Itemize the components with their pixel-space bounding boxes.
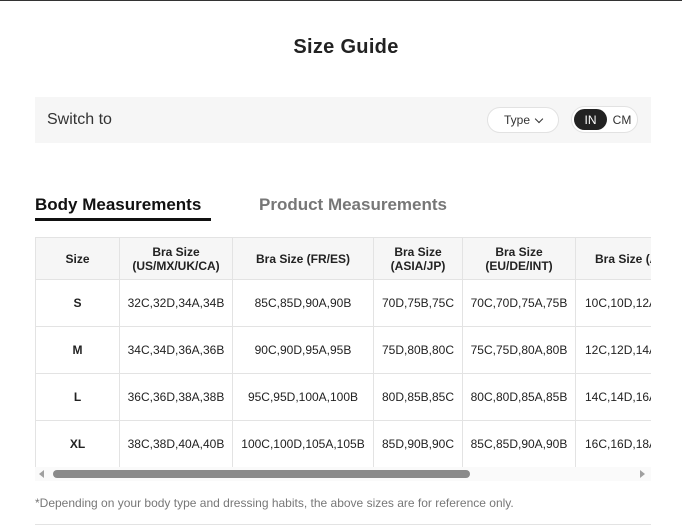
table-cell: 90C,90D,95A,95B (232, 326, 374, 374)
header-fr: Bra Size (FR/ES) (232, 237, 374, 280)
table-cell: 32C,32D,34A,34B (119, 279, 233, 327)
tab-product-measurements[interactable]: Product Measurements (259, 195, 447, 215)
top-divider (0, 0, 682, 1)
table-cell: S (35, 279, 120, 327)
header-size: Size (35, 237, 120, 280)
tab-body-measurements[interactable]: Body Measurements (35, 195, 201, 215)
page-title: Size Guide (293, 36, 399, 58)
table-cell: 85C,85D,90A,90B (462, 420, 576, 467)
table-cell: 75C,75D,80A,80B (462, 326, 576, 374)
table-cell: M (35, 326, 120, 374)
header-asia: Bra Size (ASIA/JP) (373, 237, 463, 280)
table-cell: 75D,80B,80C (373, 326, 463, 374)
active-tab-indicator (35, 218, 211, 221)
table-cell: 80D,85B,85C (373, 373, 463, 421)
arrow-left-icon[interactable] (39, 470, 44, 478)
table-cell: 16C,16D,18A,18B (575, 420, 651, 467)
size-table-container: Size Bra Size (US/MX/UK/CA) Bra Size (FR… (35, 237, 651, 467)
unit-toggle: IN CM (571, 106, 638, 133)
table-cell: 100C,100D,105A,105B (232, 420, 374, 467)
table-cell: XL (35, 420, 120, 467)
table-row: M 34C,34D,36A,36B 90C,90D,95A,95B 75D,80… (35, 326, 651, 374)
type-dropdown-label: Type (503, 113, 530, 127)
table-cell: 36C,36D,38A,38B (119, 373, 233, 421)
table-cell: 14C,14D,16A,16B (575, 373, 651, 421)
switch-bar: Switch to Type IN CM (35, 97, 651, 143)
header-us: Bra Size (US/MX/UK/CA) (119, 237, 233, 280)
header-eu: Bra Size (EU/DE/INT) (462, 237, 576, 280)
table-cell: 70C,70D,75A,75B (462, 279, 576, 327)
table-cell: 10C,10D,12A,12B (575, 279, 651, 327)
scrollbar-thumb[interactable] (53, 470, 470, 478)
header-au: Bra Size (AU) (575, 237, 651, 280)
table-row: L 36C,36D,38A,38B 95C,95D,100A,100B 80D,… (35, 373, 651, 421)
table-cell: L (35, 373, 120, 421)
arrow-right-icon[interactable] (640, 470, 645, 478)
table-cell: 34C,34D,36A,36B (119, 326, 233, 374)
table-cell: 85C,85D,90A,90B (232, 279, 374, 327)
table-cell: 12C,12D,14A,14B (575, 326, 651, 374)
horizontal-scrollbar[interactable] (35, 467, 651, 481)
table-header-row: Size Bra Size (US/MX/UK/CA) Bra Size (FR… (35, 237, 651, 280)
table-row: S 32C,32D,34A,34B 85C,85D,90A,90B 70D,75… (35, 279, 651, 327)
size-table: Size Bra Size (US/MX/UK/CA) Bra Size (FR… (35, 237, 651, 467)
table-cell: 85D,90B,90C (373, 420, 463, 467)
table-cell: 38C,38D,40A,40B (119, 420, 233, 467)
unit-cm-button[interactable]: CM (608, 109, 636, 130)
reference-note: *Depending on your body type and dressin… (35, 496, 514, 510)
chevron-down-icon (534, 114, 544, 123)
table-row: XL 38C,38D,40A,40B 100C,100D,105A,105B 8… (35, 420, 651, 467)
table-cell: 95C,95D,100A,100B (232, 373, 374, 421)
table-cell: 70D,75B,75C (373, 279, 463, 327)
table-cell: 80C,80D,85A,85B (462, 373, 576, 421)
unit-in-button[interactable]: IN (574, 109, 607, 130)
type-dropdown-button[interactable]: Type (487, 107, 559, 133)
switch-label: Switch to (47, 111, 112, 128)
